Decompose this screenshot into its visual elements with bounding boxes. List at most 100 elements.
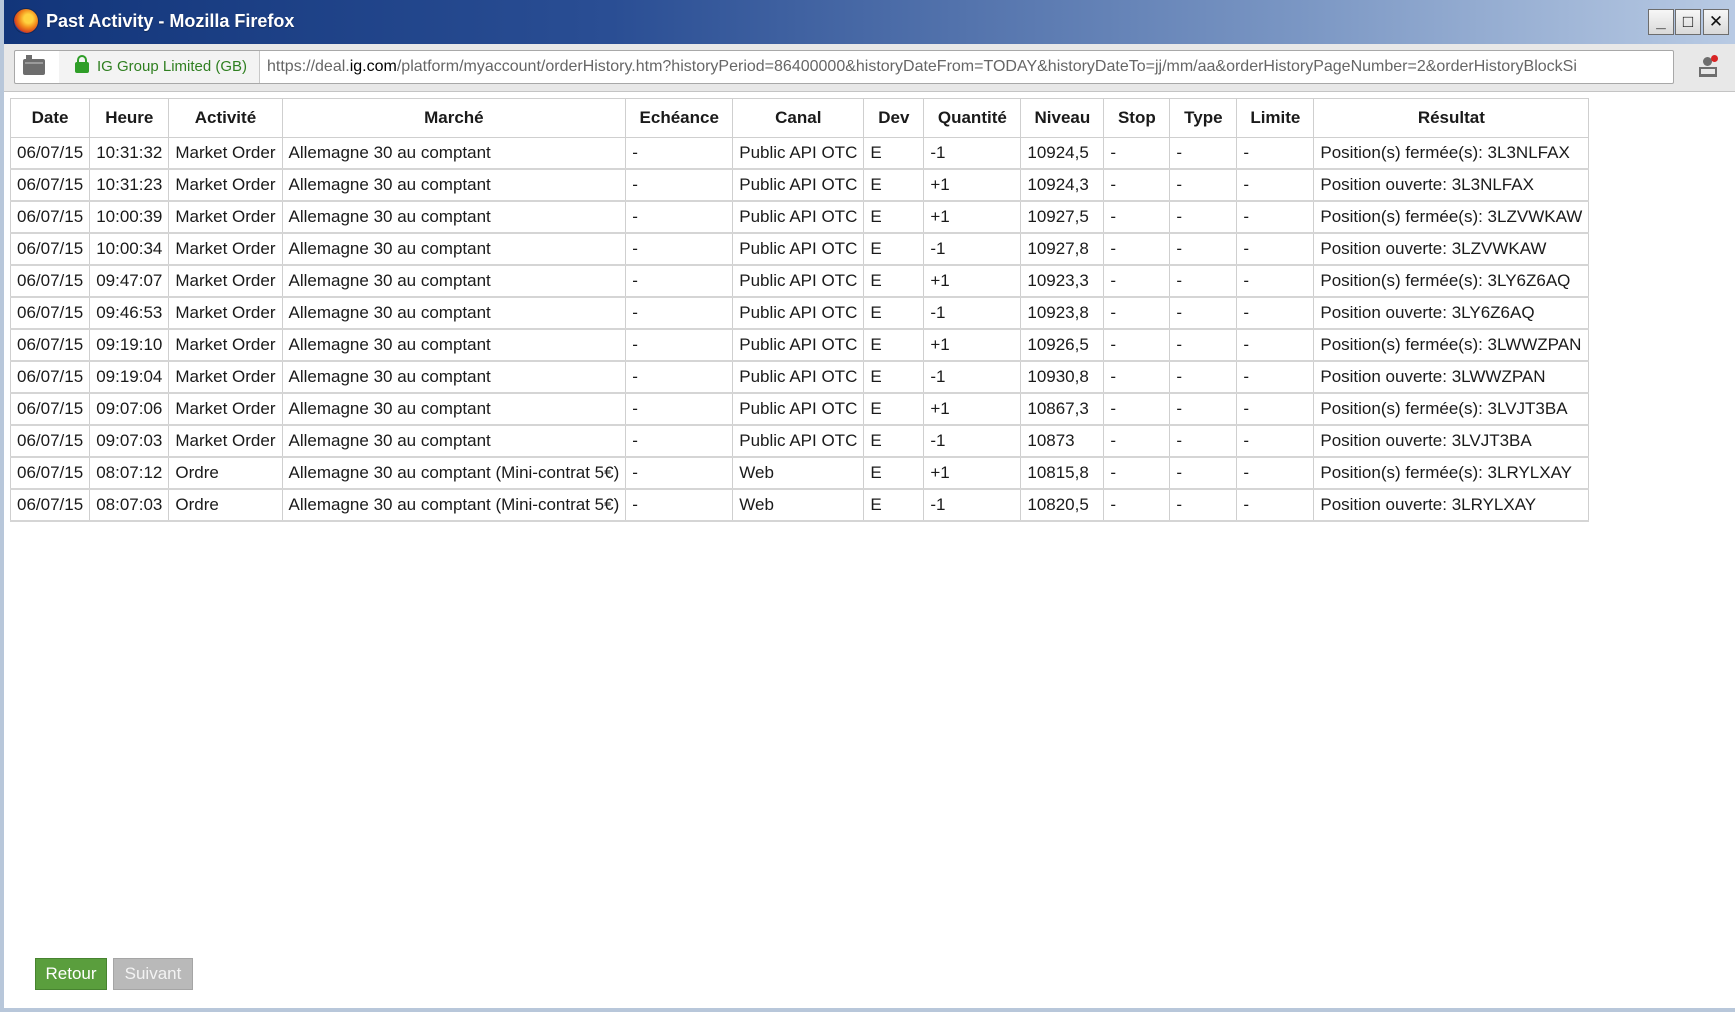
cell-canal: Public API OTC: [732, 296, 865, 330]
cell-date: 06/07/15: [9, 360, 91, 394]
cell-niveau: 10820,5: [1020, 488, 1105, 522]
cell-resultat: Position(s) fermée(s): 3LZVWKAW: [1313, 200, 1590, 234]
cell-niveau: 10923,3: [1020, 264, 1105, 298]
cell-activite: Ordre: [168, 488, 283, 522]
table-row: 06/07/15 10:31:32 Market Order Allemagne 30…: [9, 137, 1590, 170]
cell-quantite: -1: [923, 360, 1022, 394]
cell-echeance: -: [625, 456, 734, 490]
cell-niveau: 10927,8: [1020, 232, 1105, 266]
cell-limite: -: [1236, 296, 1315, 330]
cell-quantite: +1: [923, 328, 1022, 362]
cell-marche: Allemagne 30 au comptant: [281, 137, 627, 170]
cell-quantite: -1: [923, 232, 1022, 266]
cell-type: -: [1169, 392, 1238, 426]
cell-date: 06/07/15: [9, 232, 91, 266]
cell-canal: Public API OTC: [732, 200, 865, 234]
cell-stop: -: [1103, 296, 1171, 330]
cell-echeance: -: [625, 328, 734, 362]
back-button[interactable]: Retour: [35, 958, 107, 990]
cell-dev: E: [863, 328, 925, 362]
cell-activite: Market Order: [168, 232, 283, 266]
cell-resultat: Position ouverte: 3LY6Z6AQ: [1313, 296, 1590, 330]
cell-dev: E: [863, 200, 925, 234]
cell-type: -: [1169, 328, 1238, 362]
cell-activite: Market Order: [168, 264, 283, 298]
user-addon-icon[interactable]: [1697, 55, 1719, 79]
cell-activite: Market Order: [168, 360, 283, 394]
table-row: 06/07/15 09:19:04 Market Order Allemagne 30…: [9, 360, 1590, 394]
column-header-limite: Limite: [1236, 98, 1315, 138]
cell-dev: E: [863, 456, 925, 490]
cell-resultat: Position ouverte: 3LWWZPAN: [1313, 360, 1590, 394]
url-text[interactable]: https://deal.ig.com/platform/myaccount/o…: [267, 58, 1577, 76]
cell-dev: E: [863, 360, 925, 394]
cell-heure: 08:07:12: [89, 456, 170, 490]
cell-limite: -: [1236, 168, 1315, 202]
cell-heure: 09:47:07: [89, 264, 170, 298]
cell-date: 06/07/15: [9, 392, 91, 426]
cell-heure: 09:19:04: [89, 360, 170, 394]
cell-niveau: 10930,8: [1020, 360, 1105, 394]
maximize-button[interactable]: □: [1675, 9, 1701, 35]
cell-quantite: -1: [923, 296, 1022, 330]
close-button[interactable]: ✕: [1703, 9, 1729, 35]
cell-resultat: Position ouverte: 3LZVWKAW: [1313, 232, 1590, 266]
cell-heure: 10:31:32: [89, 137, 170, 170]
column-header-heure: Heure: [89, 98, 170, 138]
cell-stop: -: [1103, 360, 1171, 394]
cell-resultat: Position(s) fermée(s): 3LVJT3BA: [1313, 392, 1590, 426]
cell-heure: 09:07:06: [89, 392, 170, 426]
cell-niveau: 10927,5: [1020, 200, 1105, 234]
cell-limite: -: [1236, 137, 1315, 170]
lock-icon: [75, 55, 89, 73]
table-row: 06/07/15 10:00:34 Market Order Allemagne 30…: [9, 232, 1590, 266]
cell-limite: -: [1236, 264, 1315, 298]
cell-type: -: [1169, 360, 1238, 394]
cell-resultat: Position(s) fermée(s): 3LRYLXAY: [1313, 456, 1590, 490]
cell-niveau: 10926,5: [1020, 328, 1105, 362]
cell-echeance: -: [625, 200, 734, 234]
cell-stop: -: [1103, 424, 1171, 458]
table-row: 06/07/15 10:31:23 Market Order Allemagne 30…: [9, 168, 1590, 202]
table-header-row: Date Heure Activité Marché Echéance Canal Dev Q…: [9, 98, 1590, 138]
cell-niveau: 10873: [1020, 424, 1105, 458]
cell-niveau: 10867,3: [1020, 392, 1105, 426]
cell-dev: E: [863, 232, 925, 266]
cell-dev: E: [863, 264, 925, 298]
url-bar[interactable]: IG Group Limited (GB) https://deal.ig.co…: [14, 50, 1674, 84]
column-header-niveau: Niveau: [1020, 98, 1105, 138]
column-header-resultat: Résultat: [1313, 98, 1590, 138]
next-button[interactable]: Suivant: [113, 958, 193, 990]
page-content: Date Heure Activité Marché Echéance Canal Dev Q…: [8, 92, 1735, 1008]
cell-marche: Allemagne 30 au comptant: [281, 392, 627, 426]
cell-activite: Ordre: [168, 456, 283, 490]
firefox-window: Past Activity - Mozilla Firefox _ □ ✕ IG…: [0, 0, 1735, 1012]
cell-niveau: 10815,8: [1020, 456, 1105, 490]
cell-canal: Web: [732, 488, 865, 522]
cell-limite: -: [1236, 328, 1315, 362]
cell-date: 06/07/15: [9, 264, 91, 298]
cell-dev: E: [863, 137, 925, 170]
cell-echeance: -: [625, 360, 734, 394]
column-header-activite: Activité: [168, 98, 283, 138]
table-row: 06/07/15 09:46:53 Market Order Allemagne 30…: [9, 296, 1590, 330]
minimize-button[interactable]: _: [1648, 9, 1674, 35]
cell-resultat: Position ouverte: 3L3NLFAX: [1313, 168, 1590, 202]
table-row: 06/07/15 09:47:07 Market Order Allemagne 30…: [9, 264, 1590, 298]
cell-marche: Allemagne 30 au comptant: [281, 296, 627, 330]
cell-type: -: [1169, 456, 1238, 490]
cell-type: -: [1169, 296, 1238, 330]
cell-type: -: [1169, 424, 1238, 458]
cell-quantite: +1: [923, 200, 1022, 234]
navigation-bar: IG Group Limited (GB) https://deal.ig.co…: [4, 44, 1735, 92]
cell-canal: Web: [732, 456, 865, 490]
cell-stop: -: [1103, 488, 1171, 522]
cell-canal: Public API OTC: [732, 168, 865, 202]
table-row: 06/07/15 09:07:03 Market Order Allemagne 30…: [9, 424, 1590, 458]
column-header-quantite: Quantité: [923, 98, 1022, 138]
order-history-table: Date Heure Activité Marché Echéance Canal Dev Q…: [9, 98, 1590, 522]
cell-activite: Market Order: [168, 200, 283, 234]
url-path: /platform/myaccount/orderHistory.htm?his…: [396, 58, 1577, 75]
cell-heure: 10:31:23: [89, 168, 170, 202]
cell-date: 06/07/15: [9, 168, 91, 202]
